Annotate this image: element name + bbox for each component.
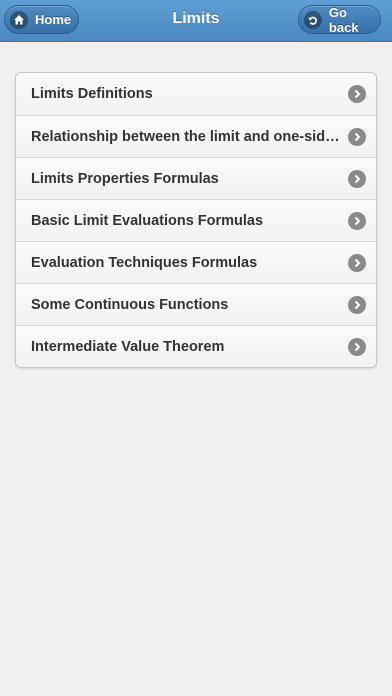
list-item-label: Evaluation Techniques Formulas [31, 254, 258, 271]
list-item-label: Basic Limit Evaluations Formulas [31, 212, 264, 229]
list-item-label: Relationship between the limit and one-s… [31, 128, 341, 145]
chevron-right-icon [348, 338, 366, 356]
list-item-label: Limits Properties Formulas [31, 170, 219, 187]
chevron-right-icon [348, 254, 366, 272]
topic-list: Limits Definitions Relationship between … [15, 72, 377, 368]
chevron-right-icon [348, 85, 366, 103]
list-item[interactable]: Some Continuous Functions [16, 283, 376, 325]
chevron-right-icon [348, 296, 366, 314]
list-item-label: Limits Definitions [31, 86, 153, 102]
list-item[interactable]: Intermediate Value Theorem [16, 325, 376, 367]
list-item[interactable]: Relationship between the limit and one-s… [16, 115, 376, 157]
back-arrow-icon [304, 10, 322, 29]
list-item[interactable]: Basic Limit Evaluations Formulas [16, 199, 376, 241]
list-item-label: Intermediate Value Theorem [31, 338, 225, 355]
list-item[interactable]: Evaluation Techniques Formulas [16, 241, 376, 283]
chevron-right-icon [348, 128, 366, 146]
chevron-right-icon [348, 212, 366, 230]
go-back-button-label: Go back [328, 4, 359, 35]
list-item[interactable]: Limits Properties Formulas [16, 157, 376, 199]
header-bar: Home Limits Go back [0, 0, 392, 42]
go-back-button[interactable]: Go back [298, 4, 381, 35]
chevron-right-icon [348, 170, 366, 188]
list-item[interactable]: Limits Definitions [16, 73, 376, 115]
list-item-label: Some Continuous Functions [31, 296, 229, 313]
